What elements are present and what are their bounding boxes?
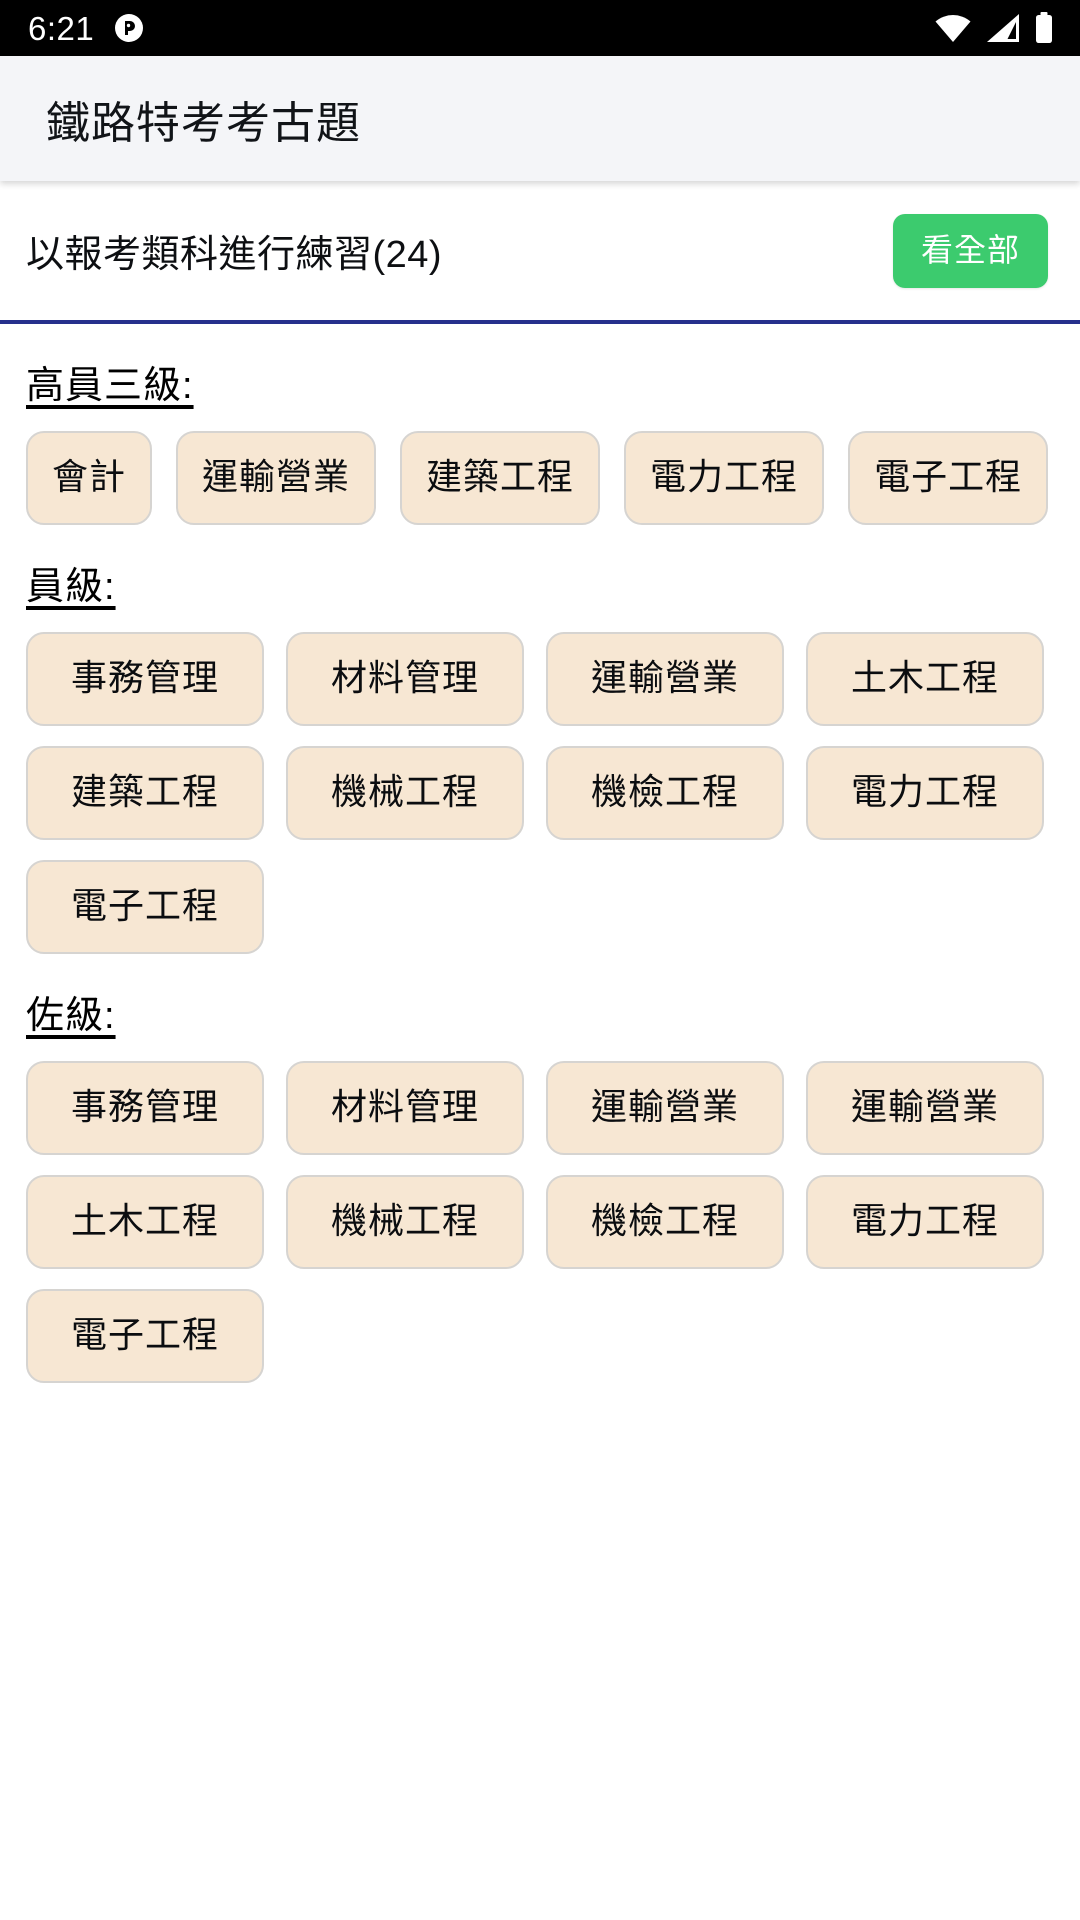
category-section: 員級: 事務管理 材料管理 運輸營業 土木工程建築工程 機械工程 機檢工程 電力工程電子工程 <box>26 525 1054 954</box>
category-chip[interactable]: 事務管理 <box>26 1061 264 1155</box>
category-chip[interactable]: 機械工程 <box>286 1175 524 1269</box>
category-chip-grid: 事務管理 材料管理 運輸營業 運輸營業 土木工程 機械工程 機檢工程 電力工程 電子工程 <box>26 1061 1054 1383</box>
app-screen: 6:21 鐵路特考考古題 以報考類科進行練習(24) 看全部 高員三級: 會計 … <box>0 0 1080 1920</box>
category-chip[interactable]: 運輸營業 <box>806 1061 1044 1155</box>
category-chip[interactable]: 建築工程 <box>400 431 601 525</box>
category-chip[interactable]: 事務管理 <box>26 632 264 726</box>
category-chip[interactable]: 機檢工程 <box>546 746 784 840</box>
app-bar: 鐵路特考考古題 <box>0 56 1080 181</box>
category-chip[interactable]: 電力工程 <box>624 431 825 525</box>
category-list[interactable]: 高員三級: 會計 運輸營業 建築工程 電力工程 電子工程 員級: 事務管理 材料管理 運輸營業 土木… <box>0 324 1080 1920</box>
category-chip[interactable]: 運輸營業 <box>176 431 377 525</box>
wifi-icon <box>934 13 972 43</box>
category-chip[interactable]: 土木工程 <box>26 1175 264 1269</box>
category-chip[interactable]: 運輸營業 <box>546 1061 784 1155</box>
category-chip[interactable]: 電子工程 <box>848 431 1049 525</box>
category-section: 佐級: 事務管理 材料管理 運輸營業 運輸營業 土木工程 機械工程 機檢工程 電力工程 電子工程 <box>26 954 1054 1383</box>
page-title: 鐵路特考考古題 <box>46 98 361 148</box>
practice-mode-label: 以報考類科進行練習(24) <box>26 234 443 276</box>
category-chip[interactable]: 運輸營業 <box>546 632 784 726</box>
status-clock: 6:21 <box>28 9 95 47</box>
category-chip[interactable]: 電力工程 <box>806 1175 1044 1269</box>
status-bar-left: 6:21 <box>28 12 144 45</box>
category-chip[interactable]: 土木工程 <box>806 632 1044 726</box>
section-heading: 員級: <box>26 566 116 608</box>
category-chip[interactable]: 材料管理 <box>286 632 524 726</box>
battery-full-icon <box>1034 12 1054 44</box>
practice-mode-header: 以報考類科進行練習(24) 看全部 <box>0 181 1080 324</box>
category-chip[interactable]: 電子工程 <box>26 1289 264 1383</box>
category-chip[interactable]: 材料管理 <box>286 1061 524 1155</box>
cellular-signal-icon <box>985 13 1021 43</box>
category-chip-grid: 事務管理 材料管理 運輸營業 土木工程建築工程 機械工程 機檢工程 電力工程電子工程 <box>26 632 1054 954</box>
category-chip-grid: 會計 運輸營業 建築工程 電力工程 電子工程 <box>26 431 1054 525</box>
section-heading: 高員三級: <box>26 365 194 407</box>
status-bar-right <box>934 12 1054 44</box>
status-bar: 6:21 <box>0 0 1080 56</box>
category-chip[interactable]: 電力工程 <box>806 746 1044 840</box>
category-chip[interactable]: 建築工程 <box>26 746 264 840</box>
category-section: 高員三級: 會計 運輸營業 建築工程 電力工程 電子工程 <box>26 324 1054 525</box>
category-chip[interactable]: 機械工程 <box>286 746 524 840</box>
category-chip[interactable]: 機檢工程 <box>546 1175 784 1269</box>
category-chip[interactable]: 電子工程 <box>26 860 264 954</box>
section-heading: 佐級: <box>26 995 116 1037</box>
app-notification-icon <box>114 13 144 43</box>
category-chip[interactable]: 會計 <box>26 431 153 525</box>
view-all-button[interactable]: 看全部 <box>892 213 1048 288</box>
